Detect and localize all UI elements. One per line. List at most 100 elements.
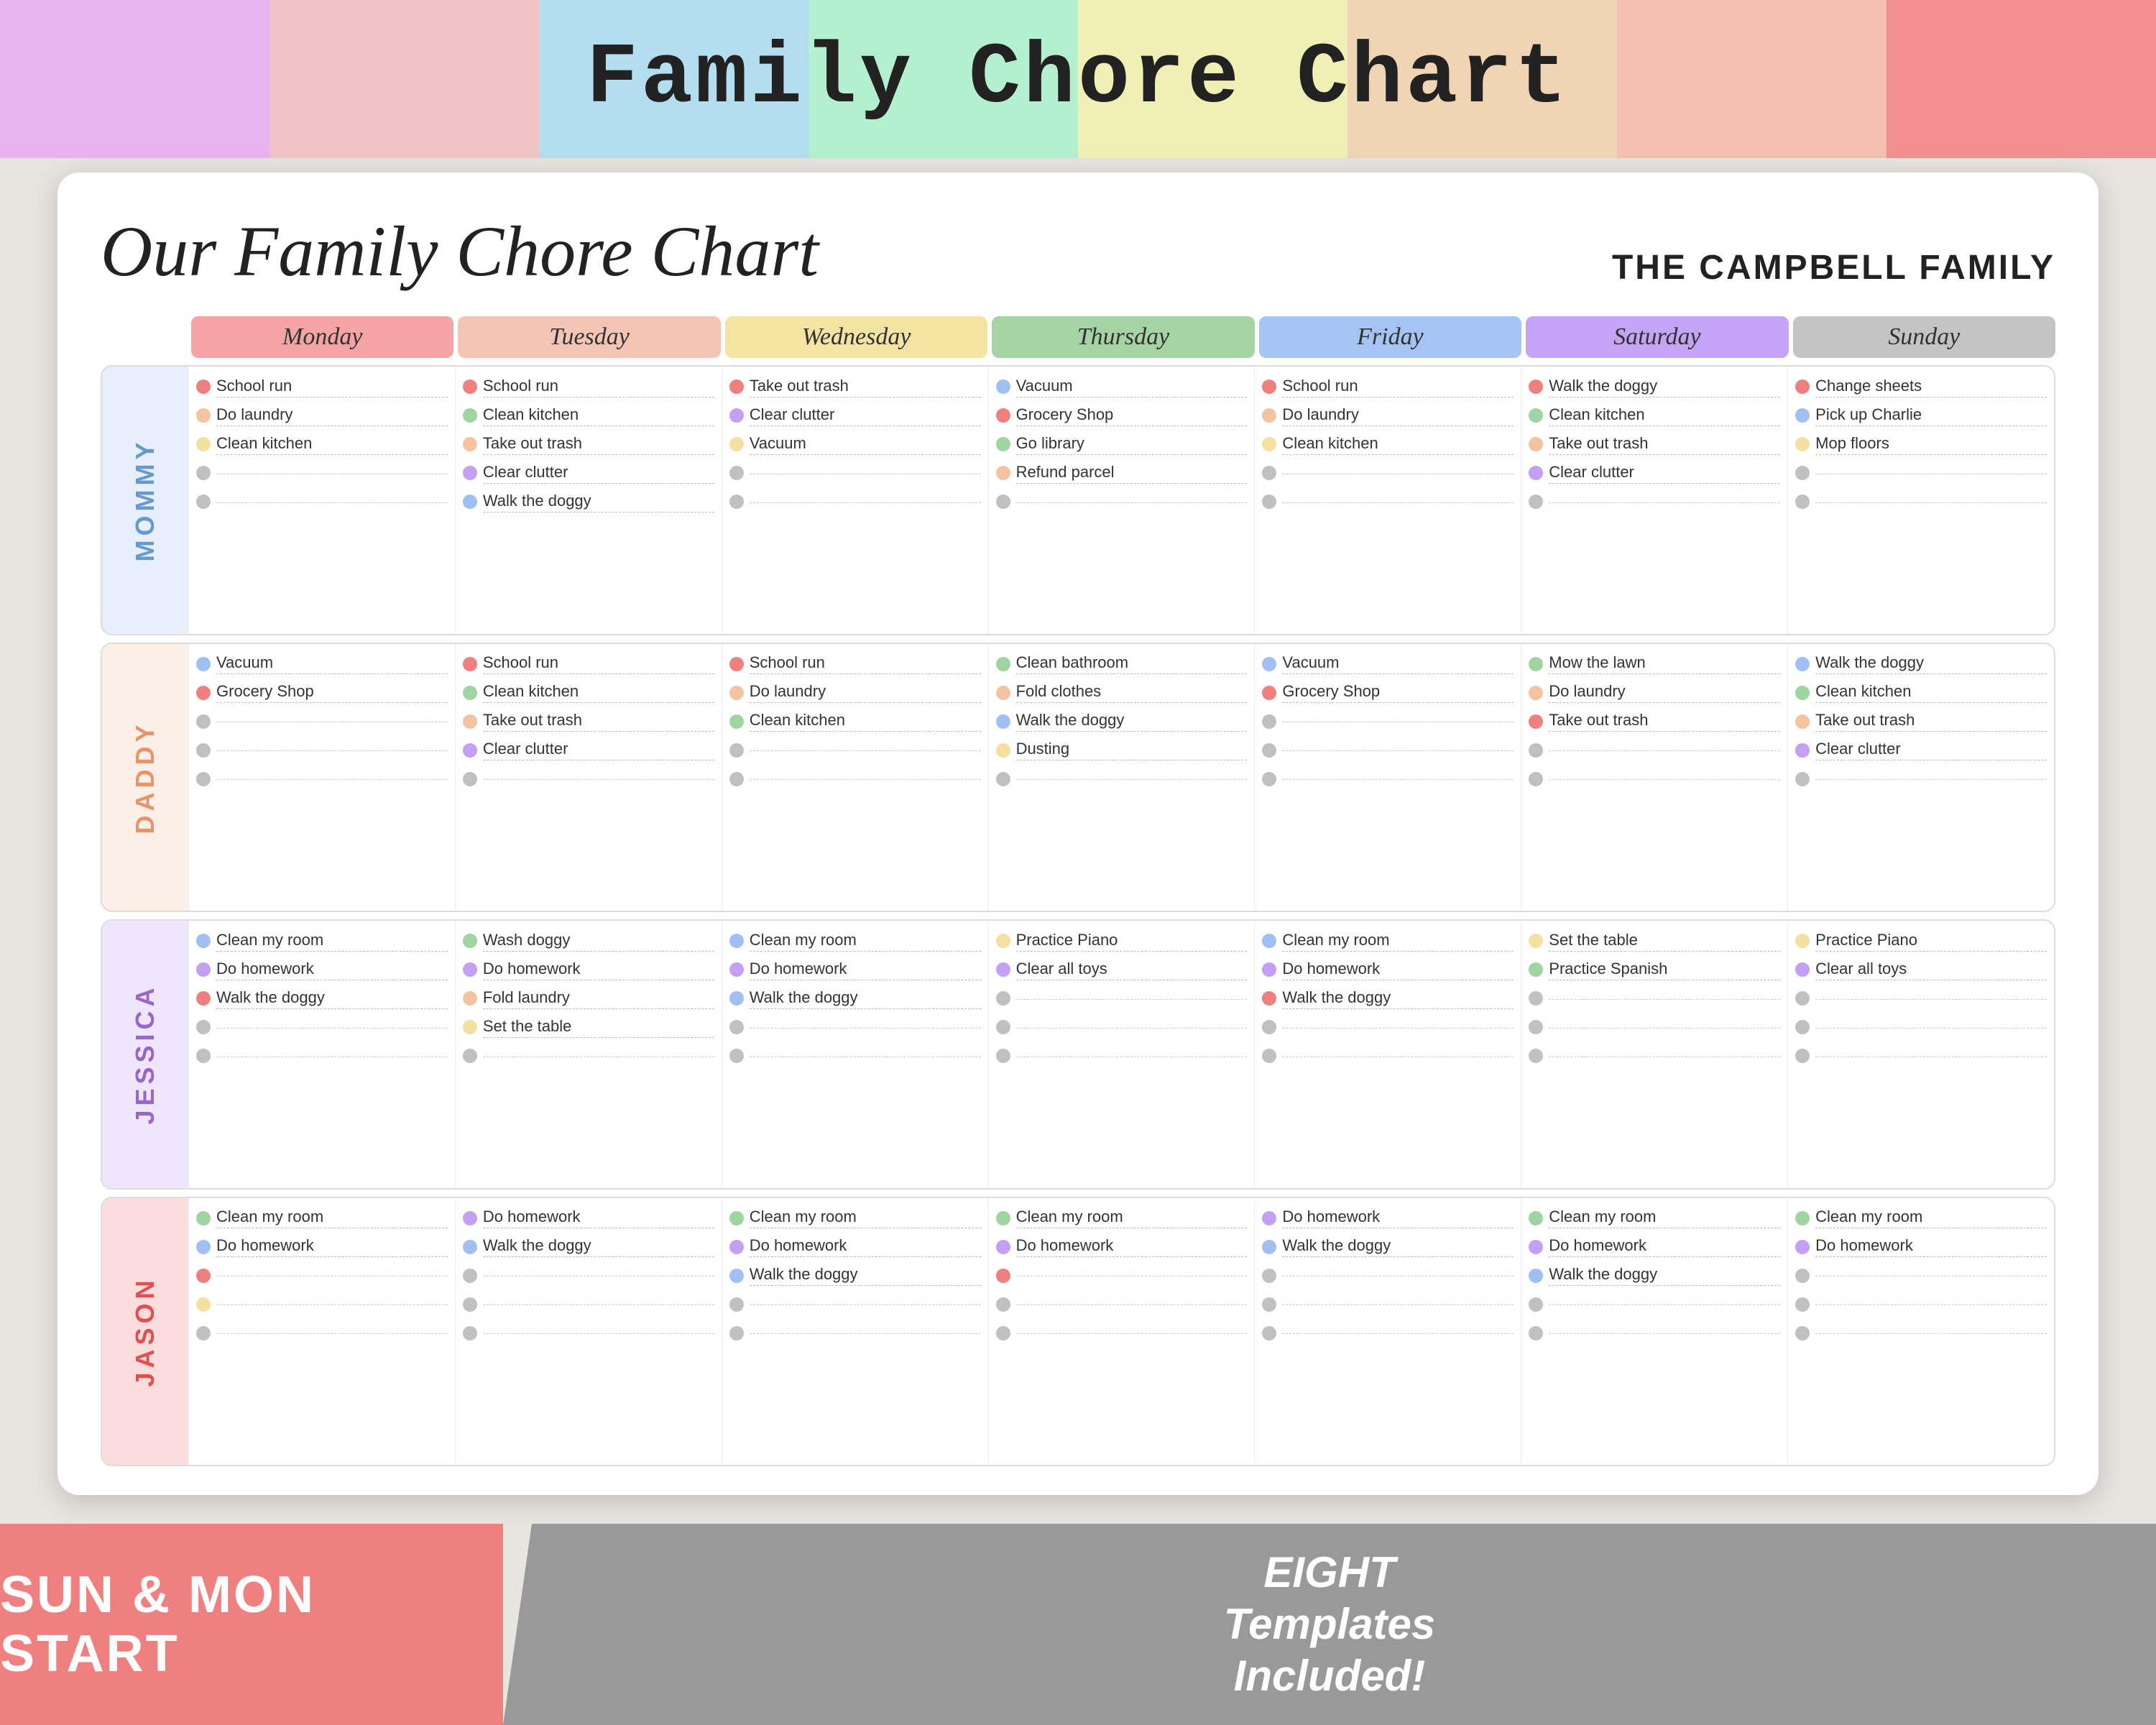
chore-item [729,1320,981,1346]
chore-dot [1795,1269,1810,1283]
chore-item [1795,1292,2047,1317]
chore-item: Clean my room [996,1205,1248,1231]
chore-text [1282,778,1514,780]
chore-text: Set the table [1549,931,1780,952]
chore-dot [1262,1297,1276,1312]
chore-dot [1529,437,1543,451]
chore-dot [729,494,744,509]
chore-dot [996,466,1010,480]
chore-dot [196,934,211,948]
chore-text: Clean my room [1815,1208,2047,1228]
chore-item: Mow the lawn [1529,651,1780,677]
chore-item [729,1292,981,1317]
chore-dot [463,743,477,758]
daddy-day-3: Clean bathroomFold clothesWalk the doggy… [988,644,1255,911]
chore-item: School run [463,651,714,677]
chore-text: Practice Piano [1016,931,1248,952]
chore-item [1795,1043,2047,1069]
chore-text [1282,720,1514,722]
chore-text: Clean kitchen [750,711,981,732]
chore-text [1016,998,1248,1000]
chore-text [483,1055,714,1057]
chore-dot [1529,1049,1543,1063]
chore-item [196,1263,448,1289]
chore-item: Do homework [196,957,448,983]
chore-text: Do homework [1815,1236,2047,1257]
chore-item [196,489,448,515]
bottom-right-text: EIGHT Templates Included! [1224,1547,1436,1702]
chore-text: Clean my room [750,1208,981,1228]
chore-item: Clean my room [196,928,448,954]
chore-text: Take out trash [750,377,981,397]
chore-text: Grocery Shop [1016,405,1248,426]
chore-text [483,1332,714,1334]
chore-dot [1795,991,1810,1006]
chore-dot [729,1211,744,1225]
chore-dot [196,772,211,786]
bottom-banner: SUN & MON Start EIGHT Templates Included… [0,1524,2156,1725]
chore-text [750,1303,981,1305]
chore-item [196,460,448,486]
chore-dot [1262,1326,1276,1340]
chore-text [1815,1332,2047,1334]
chore-dot [1262,962,1276,977]
chore-text: Clear clutter [750,405,981,426]
jessica-day-4: Clean my roomDo homeworkWalk the doggy [1254,921,1521,1188]
chore-dot [1262,408,1276,423]
chore-dot [463,1297,477,1312]
chore-text: Clear clutter [483,740,714,760]
chore-item: Walk the doggy [463,489,714,515]
chore-item [1262,1043,1514,1069]
chore-text [216,1303,448,1305]
chore-text: Clean kitchen [1282,434,1514,455]
chore-item: Practice Spanish [1529,957,1780,983]
chore-dot [1795,1240,1810,1254]
chore-text: Do homework [483,1208,714,1228]
daddy-day-1: School runClean kitchenTake out trashCle… [455,644,722,911]
chore-item [1795,460,2047,486]
jessica-day-6: Practice PianoClear all toys [1787,921,2054,1188]
chore-text [750,778,981,780]
chore-text: Clear all toys [1815,960,2047,980]
chore-text: Refund parcel [1016,463,1248,484]
chore-text: Do homework [1282,960,1514,980]
persons-grid: MOMMYSchool runDo laundryClean kitchenSc… [101,365,2055,1466]
chore-item: Do homework [196,1234,448,1260]
chore-text: School run [483,377,714,397]
chore-text [750,1026,981,1029]
chore-dot [1262,1020,1276,1034]
chore-text [1016,1303,1248,1305]
jason-day-4: Do homeworkWalk the doggy [1254,1198,1521,1466]
chore-text [1549,1026,1780,1029]
chore-dot [996,714,1010,729]
chore-dot [996,1049,1010,1063]
chore-item [1529,766,1780,792]
chore-text: Vacuum [1016,377,1248,397]
chore-dot [1529,1269,1543,1283]
chore-dot [729,437,744,451]
chore-item: Do homework [729,957,981,983]
family-name: THE CAMPBELL FAMILY [1612,248,2055,288]
chore-text: Walk the doggy [750,1265,981,1286]
chore-text: Clean kitchen [483,682,714,703]
chore-dot [996,437,1010,451]
chore-dot [1795,1326,1810,1340]
chore-dot [463,657,477,671]
chore-item: Walk the doggy [463,1234,714,1260]
mommy-day-0: School runDo laundryClean kitchen [188,367,455,634]
chore-text: Take out trash [1549,711,1780,732]
chore-dot [729,962,744,977]
jason-day-6: Clean my room Do homework [1787,1198,2054,1466]
chore-text [1016,1026,1248,1029]
chore-dot [1529,714,1543,729]
day-header-wednesday: Wednesday [725,316,987,358]
chore-text: Clean kitchen [1549,405,1780,426]
chore-dot [1529,1020,1543,1034]
chore-dot [996,934,1010,948]
chore-dot [1795,1297,1810,1312]
chore-item: Walk the doggy [1529,1263,1780,1289]
chore-text: Clean my room [1549,1208,1780,1228]
chore-dot [1795,686,1810,700]
chore-item [1262,766,1514,792]
chore-item [1529,737,1780,763]
